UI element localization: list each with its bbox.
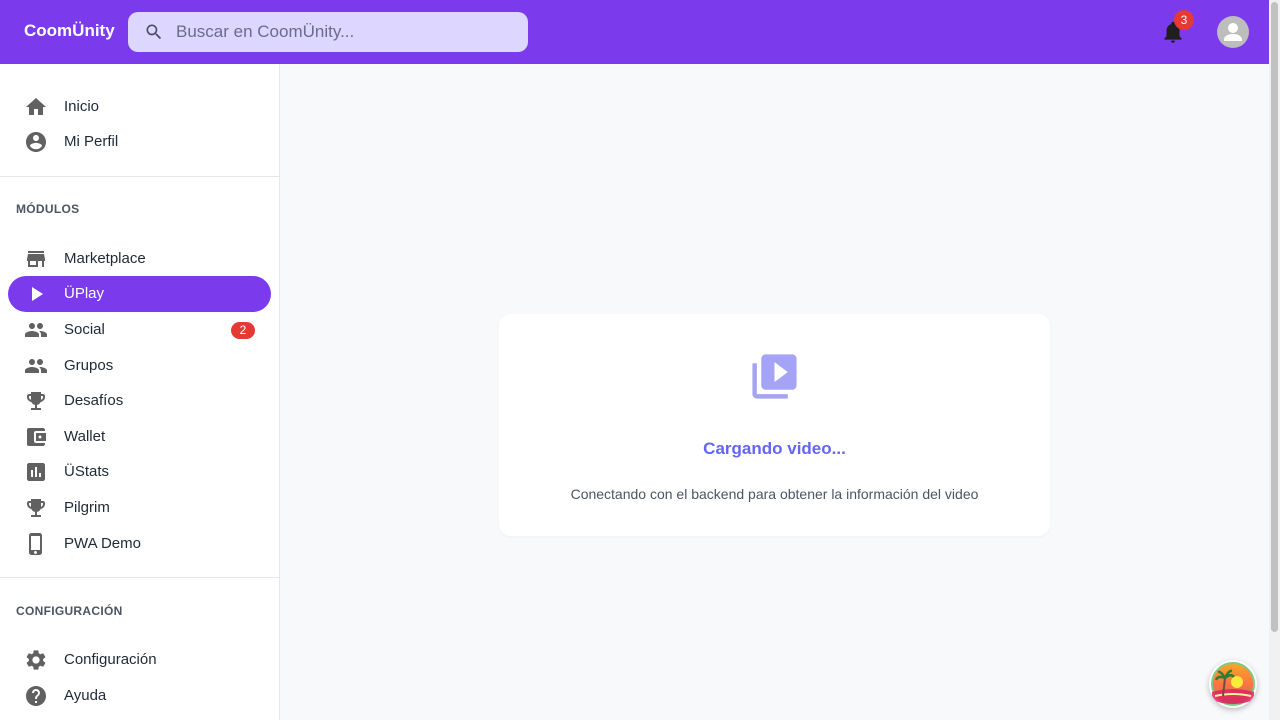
page-scrollbar[interactable] <box>1269 0 1280 720</box>
sidebar-divider <box>0 176 279 177</box>
social-badge: 2 <box>231 322 255 339</box>
help-icon <box>26 686 46 706</box>
loading-title: Cargando video... <box>703 439 846 458</box>
sidebar-item-grupos[interactable]: Grupos <box>8 348 271 384</box>
sidebar-item-label: Wallet <box>64 428 106 445</box>
sidebar-item-mi-perfil[interactable]: Mi Perfil <box>8 124 271 160</box>
trophy-icon <box>27 392 45 410</box>
top-app-bar: CoomÜnity 3 <box>0 0 1269 64</box>
search-input[interactable] <box>176 12 516 52</box>
phone-icon <box>29 533 42 555</box>
sidebar-item-label: PWA Demo <box>64 535 141 552</box>
account-circle-icon <box>26 132 46 152</box>
section-title-configuracion: CONFIGURACIÓN <box>16 604 123 618</box>
home-icon <box>26 98 46 115</box>
sidebar-item-label: Marketplace <box>64 250 146 267</box>
search-icon <box>146 24 162 40</box>
sidebar-item-label: ÜStats <box>64 463 110 480</box>
sidebar-item-label: Grupos <box>64 357 114 374</box>
beach-sunset-icon <box>1211 662 1255 706</box>
trophy-icon <box>27 499 45 517</box>
people-icon <box>25 323 47 337</box>
sidebar-item-label: Mi Perfil <box>64 133 119 150</box>
sidebar-item-label: Ayuda <box>64 687 107 704</box>
notifications-badge: 3 <box>1174 10 1194 30</box>
gear-icon <box>26 650 46 670</box>
play-icon <box>32 287 43 301</box>
video-loading-card: Cargando video... Conectando con el back… <box>499 314 1050 536</box>
wallet-icon <box>27 428 46 446</box>
sidebar-item-marketplace[interactable]: Marketplace <box>8 241 271 277</box>
sidebar: Inicio Mi Perfil MÓDULOS Marketplace ÜPl… <box>0 64 280 720</box>
video-library-icon <box>752 354 797 399</box>
sidebar-item-inicio[interactable]: Inicio <box>8 89 271 125</box>
sidebar-item-label: ÜPlay <box>64 285 105 302</box>
user-avatar[interactable] <box>1217 16 1249 48</box>
groups-icon <box>25 359 47 373</box>
sidebar-item-label: Desafíos <box>64 392 124 409</box>
bar-chart-icon <box>27 463 45 481</box>
store-icon <box>27 251 45 267</box>
sidebar-item-configuracion[interactable]: Configuración <box>8 642 271 678</box>
sidebar-item-pwa-demo[interactable]: PWA Demo <box>8 526 271 562</box>
person-icon <box>1224 23 1242 41</box>
sidebar-item-ayuda[interactable]: Ayuda <box>8 678 271 714</box>
sidebar-item-ustats[interactable]: ÜStats <box>8 454 271 490</box>
section-title-modulos: MÓDULOS <box>16 202 80 216</box>
sidebar-item-label: Social <box>64 321 105 338</box>
brand-logo[interactable]: CoomÜnity <box>24 21 115 41</box>
sidebar-item-wallet[interactable]: Wallet <box>8 419 271 455</box>
sidebar-item-label: Configuración <box>64 651 157 668</box>
floating-assistant-button[interactable] <box>1209 660 1257 708</box>
search-box[interactable] <box>128 12 528 52</box>
sidebar-item-label: Inicio <box>64 98 100 115</box>
sidebar-item-social[interactable]: Social 2 <box>8 312 271 348</box>
sidebar-divider <box>0 577 279 578</box>
sidebar-item-uplay[interactable]: ÜPlay <box>8 276 271 312</box>
sidebar-item-pilgrim[interactable]: Pilgrim <box>8 490 271 526</box>
sidebar-item-label: Pilgrim <box>64 499 110 516</box>
sidebar-item-desafios[interactable]: Desafíos <box>8 383 271 419</box>
scrollbar-thumb[interactable] <box>1271 2 1278 632</box>
loading-subtitle: Conectando con el backend para obtener l… <box>570 486 979 502</box>
